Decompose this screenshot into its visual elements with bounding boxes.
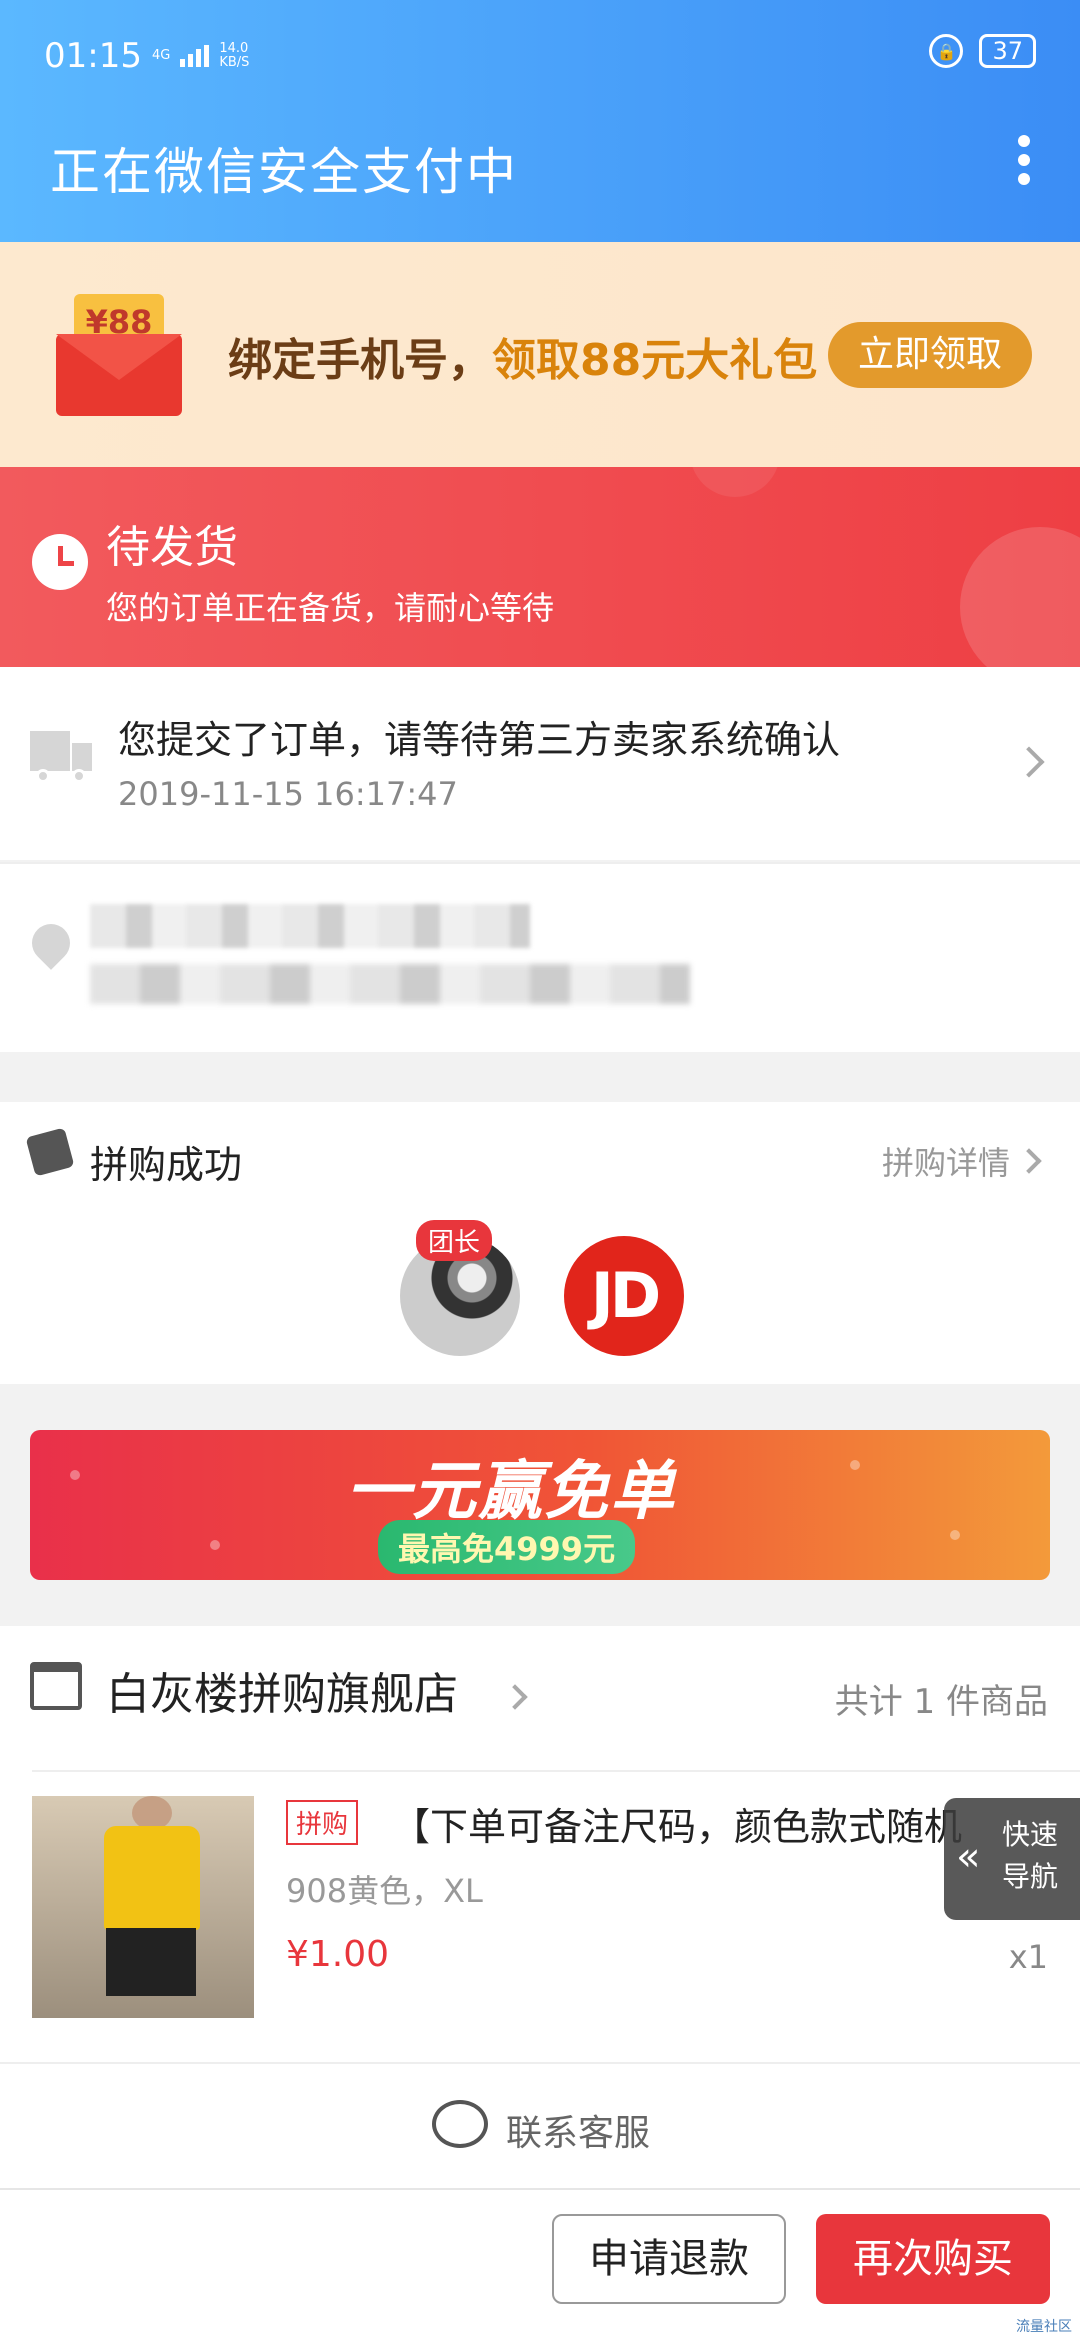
ad-title: 一元赢免单 (346, 1455, 676, 1529)
product-image[interactable] (32, 1796, 254, 2018)
status-bar-left: 01:15 4G 14.0 KB/S (44, 34, 249, 78)
product-price: ¥1.00 (286, 1934, 390, 1975)
more-menu-icon[interactable] (1018, 135, 1030, 185)
order-status-title: 待发货 (106, 522, 238, 573)
product-spec: 908黄色，XL (286, 1872, 483, 1910)
promo-banner[interactable]: ¥88 绑定手机号，领取88元大礼包 立即领取 (0, 242, 1080, 467)
group-buy-section: 拼购成功 拼购详情 团长 JD (0, 1102, 1080, 1384)
app-header: 01:15 4G 14.0 KB/S 🔒 37 正在微信安全支付中 (0, 0, 1080, 242)
group-buy-tag: 拼购 (286, 1800, 359, 1845)
red-envelope-icon: ¥88 (56, 294, 182, 416)
order-status-banner: 待发货 您的订单正在备货，请耐心等待 (0, 467, 1080, 667)
chat-bubble-icon (432, 2100, 488, 2148)
contact-service-label: 联系客服 (506, 2113, 651, 2154)
free-order-ad-banner[interactable]: 一元赢免单 最高免4999元 (30, 1430, 1050, 1580)
jd-avatar[interactable]: JD (564, 1236, 684, 1356)
order-status-subtitle: 您的订单正在备货，请耐心等待 (106, 589, 555, 627)
chevron-right-icon (502, 1684, 528, 1710)
rotation-lock-icon: 🔒 (929, 34, 964, 68)
double-chevron-left-icon: « (956, 1834, 981, 1880)
logistics-message: 您提交了订单，请等待第三方卖家系统确认 (118, 718, 841, 762)
group-buy-detail-link[interactable]: 拼购详情 (882, 1138, 1010, 1184)
address-detail-blurred (90, 964, 690, 1004)
address-name-blurred (90, 904, 530, 948)
product-quantity: x1 (1008, 1938, 1048, 1976)
signal-icon (180, 45, 210, 67)
battery-icon: 37 (979, 34, 1036, 68)
contact-service-row[interactable]: 联系客服 (0, 2062, 1080, 2188)
status-bar-right: 🔒 37 (929, 34, 1036, 68)
address-row (0, 862, 1080, 1052)
bottom-action-bar: 申请退款 再次购买 流量社区 (0, 2188, 1080, 2340)
network-speed: 14.0 KB/S (219, 41, 250, 70)
page-title: 正在微信安全支付中 (50, 143, 518, 201)
logistics-time: 2019-11-15 16:17:47 (118, 775, 458, 813)
group-buy-title: 拼购成功 (90, 1143, 243, 1187)
chevron-right-icon (1013, 746, 1045, 778)
watermark: 流量社区 (1016, 2319, 1072, 2335)
buy-again-button[interactable]: 再次购买 (816, 2214, 1050, 2304)
leader-badge: 团长 (416, 1220, 493, 1261)
store-name[interactable]: 白灰楼拼购旗舰店 (106, 1658, 458, 1722)
claim-gift-button[interactable]: 立即领取 (828, 322, 1032, 388)
network-indicator: 4G (151, 48, 171, 63)
chevron-right-icon (1016, 1148, 1042, 1174)
item-count: 共计 1 件商品 (834, 1682, 1048, 1722)
store-section: 白灰楼拼购旗舰店 共计 1 件商品 拼购 【下单可备注尺码，颜色款式随机 908… (0, 1626, 1080, 2062)
product-name[interactable]: 【下单可备注尺码，颜色款式随机 (392, 1796, 1012, 1851)
clock-icon (32, 534, 88, 590)
refund-button[interactable]: 申请退款 (552, 2214, 786, 2304)
promo-text: 绑定手机号，领取88元大礼包 (228, 335, 818, 386)
logistics-row[interactable]: 您提交了订单，请等待第三方卖家系统确认 2019-11-15 16:17:47 (0, 667, 1080, 860)
store-icon (30, 1662, 82, 1710)
quick-nav-label: 快速导航 (1002, 1818, 1059, 1893)
ad-subtitle: 最高免4999元 (378, 1520, 636, 1574)
puzzle-icon (25, 1127, 75, 1177)
truck-icon (30, 731, 92, 783)
location-pin-icon (32, 924, 72, 974)
ad-section: 一元赢免单 最高免4999元 (0, 1384, 1080, 1626)
quick-nav-button[interactable]: « 快速导航 (944, 1798, 1080, 1920)
clock-time: 01:15 (44, 36, 142, 76)
